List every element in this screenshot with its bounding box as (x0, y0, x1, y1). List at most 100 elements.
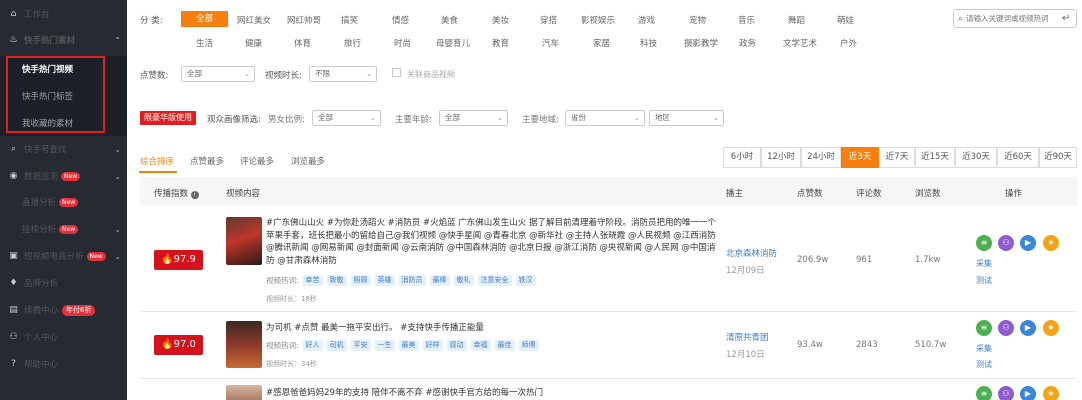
sidebar-subitem-favorites[interactable]: 我收藏的素材 (22, 117, 73, 129)
sidebar-subitem-hot-videos[interactable]: 快手热门视频 (22, 63, 73, 75)
time-range-option[interactable]: 近7天 (879, 147, 915, 168)
hot-word-tag[interactable]: 师傅 (518, 340, 539, 351)
hot-word-tag[interactable]: 感动 (446, 340, 467, 351)
time-range-option[interactable]: 6小时 (723, 147, 761, 168)
category-option[interactable]: 体育 (294, 37, 311, 49)
duration-select[interactable]: 不限 ⌄ (309, 66, 377, 82)
hot-word-tag[interactable]: 敬礼 (453, 275, 474, 286)
hot-word-tag[interactable]: 英雄 (374, 275, 395, 286)
video-title[interactable]: #广东佛山山火 #为你赴汤蹈火 #消防员 #火焰蓝 广东佛山发生山火 据了解目前… (266, 217, 716, 267)
play-icon[interactable]: ▶ (1020, 235, 1036, 251)
hot-word-tag[interactable]: 司机 (326, 340, 347, 351)
video-title[interactable]: 为司机 #点赞 最美一拖平安出行。 #支持快手传播正能量 (266, 322, 716, 335)
category-option[interactable]: 教育 (492, 37, 509, 49)
hot-word-tag[interactable]: 平安 (350, 340, 371, 351)
users-icon[interactable]: ⚇ (998, 320, 1014, 336)
search-box[interactable]: ⌕ ↵ (953, 9, 1077, 28)
tab-most-comments[interactable]: 评论最多 (240, 155, 274, 167)
category-option[interactable]: 网红帅哥 (287, 14, 321, 26)
star-icon[interactable]: ★ (1043, 235, 1059, 251)
sidebar-item-brand[interactable]: ♦ 品牌分析 (0, 270, 127, 296)
hot-word-tag[interactable]: 好人 (302, 340, 323, 351)
time-range-option[interactable]: 近60天 (997, 147, 1039, 168)
category-option[interactable]: 摄影教学 (684, 37, 718, 49)
test-link[interactable]: 测试 (976, 359, 992, 370)
hot-word-tag[interactable]: 幸福 (470, 340, 491, 351)
anchor-link[interactable]: 清原共青团 (726, 331, 769, 343)
star-icon[interactable]: ★ (1043, 386, 1059, 400)
play-icon[interactable]: ▶ (1020, 386, 1036, 400)
sidebar-item-hot-material[interactable]: ♨ 快手热门素材 ⌃ (0, 27, 127, 53)
category-option[interactable]: 游戏 (638, 14, 655, 26)
star-icon[interactable]: ★ (1043, 320, 1059, 336)
category-option[interactable]: 生活 (196, 37, 213, 49)
list-icon[interactable]: ≡ (976, 386, 992, 400)
video-thumbnail[interactable] (226, 385, 262, 400)
tab-overall[interactable]: 综合排序 (140, 155, 174, 167)
enter-icon[interactable]: ↵ (1062, 13, 1070, 24)
users-icon[interactable]: ⚇ (998, 235, 1014, 251)
video-title[interactable]: #感恩爸爸妈妈29年的支持 陪伴不离不弃 #感谢快手官方给的每一次热门 (266, 387, 716, 400)
hot-word-tag[interactable]: 最棒 (429, 275, 450, 286)
hot-word-tag[interactable]: 最美 (398, 340, 419, 351)
list-icon[interactable]: ≡ (976, 235, 992, 251)
video-thumbnail[interactable] (226, 321, 262, 368)
hot-word-tag[interactable]: 幸苦 (302, 275, 323, 286)
sidebar-item-renew[interactable]: ▤ 续费中心 年付6折 (0, 297, 127, 323)
test-link[interactable]: 测试 (976, 275, 992, 286)
sidebar-item-live[interactable]: 直播分析 New (0, 189, 127, 215)
province-select[interactable]: 省份 ⌄ (565, 110, 645, 126)
category-option[interactable]: 母婴育儿 (436, 37, 470, 49)
hot-word-tag[interactable]: 照顾 (350, 275, 371, 286)
anchor-link[interactable]: 北京森林消防 (726, 247, 777, 259)
category-option[interactable]: 科技 (640, 37, 657, 49)
category-option[interactable]: 文学艺术 (783, 37, 817, 49)
play-icon[interactable]: ▶ (1020, 320, 1036, 336)
gender-select[interactable]: 全部 ⌄ (312, 110, 381, 126)
category-option[interactable]: 健康 (245, 37, 262, 49)
category-option[interactable]: 政务 (739, 37, 756, 49)
category-option[interactable]: 汽车 (542, 37, 559, 49)
time-range-option[interactable]: 近3天 (841, 147, 879, 168)
category-option[interactable]: 穿搭 (540, 14, 557, 26)
category-option[interactable]: 萌娃 (837, 14, 854, 26)
tab-most-views[interactable]: 浏览最多 (291, 155, 325, 167)
category-option[interactable]: 情感 (392, 14, 409, 26)
category-option[interactable]: 户外 (840, 37, 857, 49)
category-option[interactable]: 影视娱乐 (581, 14, 615, 26)
time-range-option[interactable]: 24小时 (801, 147, 841, 168)
category-option[interactable]: 家居 (593, 37, 610, 49)
category-option[interactable]: 美妆 (492, 14, 509, 26)
sidebar-subitem-hot-tags[interactable]: 快手热门标签 (22, 90, 73, 102)
category-option[interactable]: 舞蹈 (788, 14, 805, 26)
hot-word-tag[interactable]: 注意安全 (477, 275, 512, 286)
hot-word-tag[interactable]: 消防员 (398, 275, 426, 286)
list-icon[interactable]: ≡ (976, 320, 992, 336)
sidebar-item-profile[interactable]: ⚇ 个人中心 (0, 324, 127, 350)
sidebar-item-monitor[interactable]: ◉ 数据监测 New ⌄ (0, 163, 127, 189)
time-range-option[interactable]: 近30天 (955, 147, 997, 168)
age-select[interactable]: 全部 ⌄ (439, 110, 508, 126)
hot-word-tag[interactable]: 一生 (374, 340, 395, 351)
sidebar-item-workbench[interactable]: ⌂ 工作台 (0, 1, 127, 27)
category-option[interactable]: 音乐 (738, 14, 755, 26)
tab-most-likes[interactable]: 点赞最多 (190, 155, 224, 167)
hot-word-tag[interactable]: 最佳 (494, 340, 515, 351)
category-option[interactable]: 旅行 (344, 37, 361, 49)
related-goods-checkbox[interactable] (392, 68, 401, 77)
category-option[interactable]: 宠物 (689, 14, 706, 26)
sidebar-item-ecommerce[interactable]: ▣ 短视频电商分析 New ⌄ (0, 243, 127, 269)
sidebar-item-help[interactable]: ? 帮助中心 (0, 351, 127, 377)
video-thumbnail[interactable] (226, 217, 262, 265)
category-option[interactable]: 搞笑 (341, 14, 358, 26)
collect-link[interactable]: 采集 (976, 258, 992, 269)
search-input[interactable] (966, 14, 1063, 23)
collect-link[interactable]: 采集 (976, 343, 992, 354)
hot-word-tag[interactable]: 好样 (422, 340, 443, 351)
sidebar-item-rank[interactable]: 挂榜分析 New ⌄ (0, 216, 127, 242)
hot-word-tag[interactable]: 铁汉 (515, 275, 536, 286)
hot-word-tag[interactable]: 致敬 (326, 275, 347, 286)
users-icon[interactable]: ⚇ (998, 386, 1014, 400)
time-range-option[interactable]: 12小时 (761, 147, 801, 168)
time-range-option[interactable]: 近15天 (915, 147, 955, 168)
